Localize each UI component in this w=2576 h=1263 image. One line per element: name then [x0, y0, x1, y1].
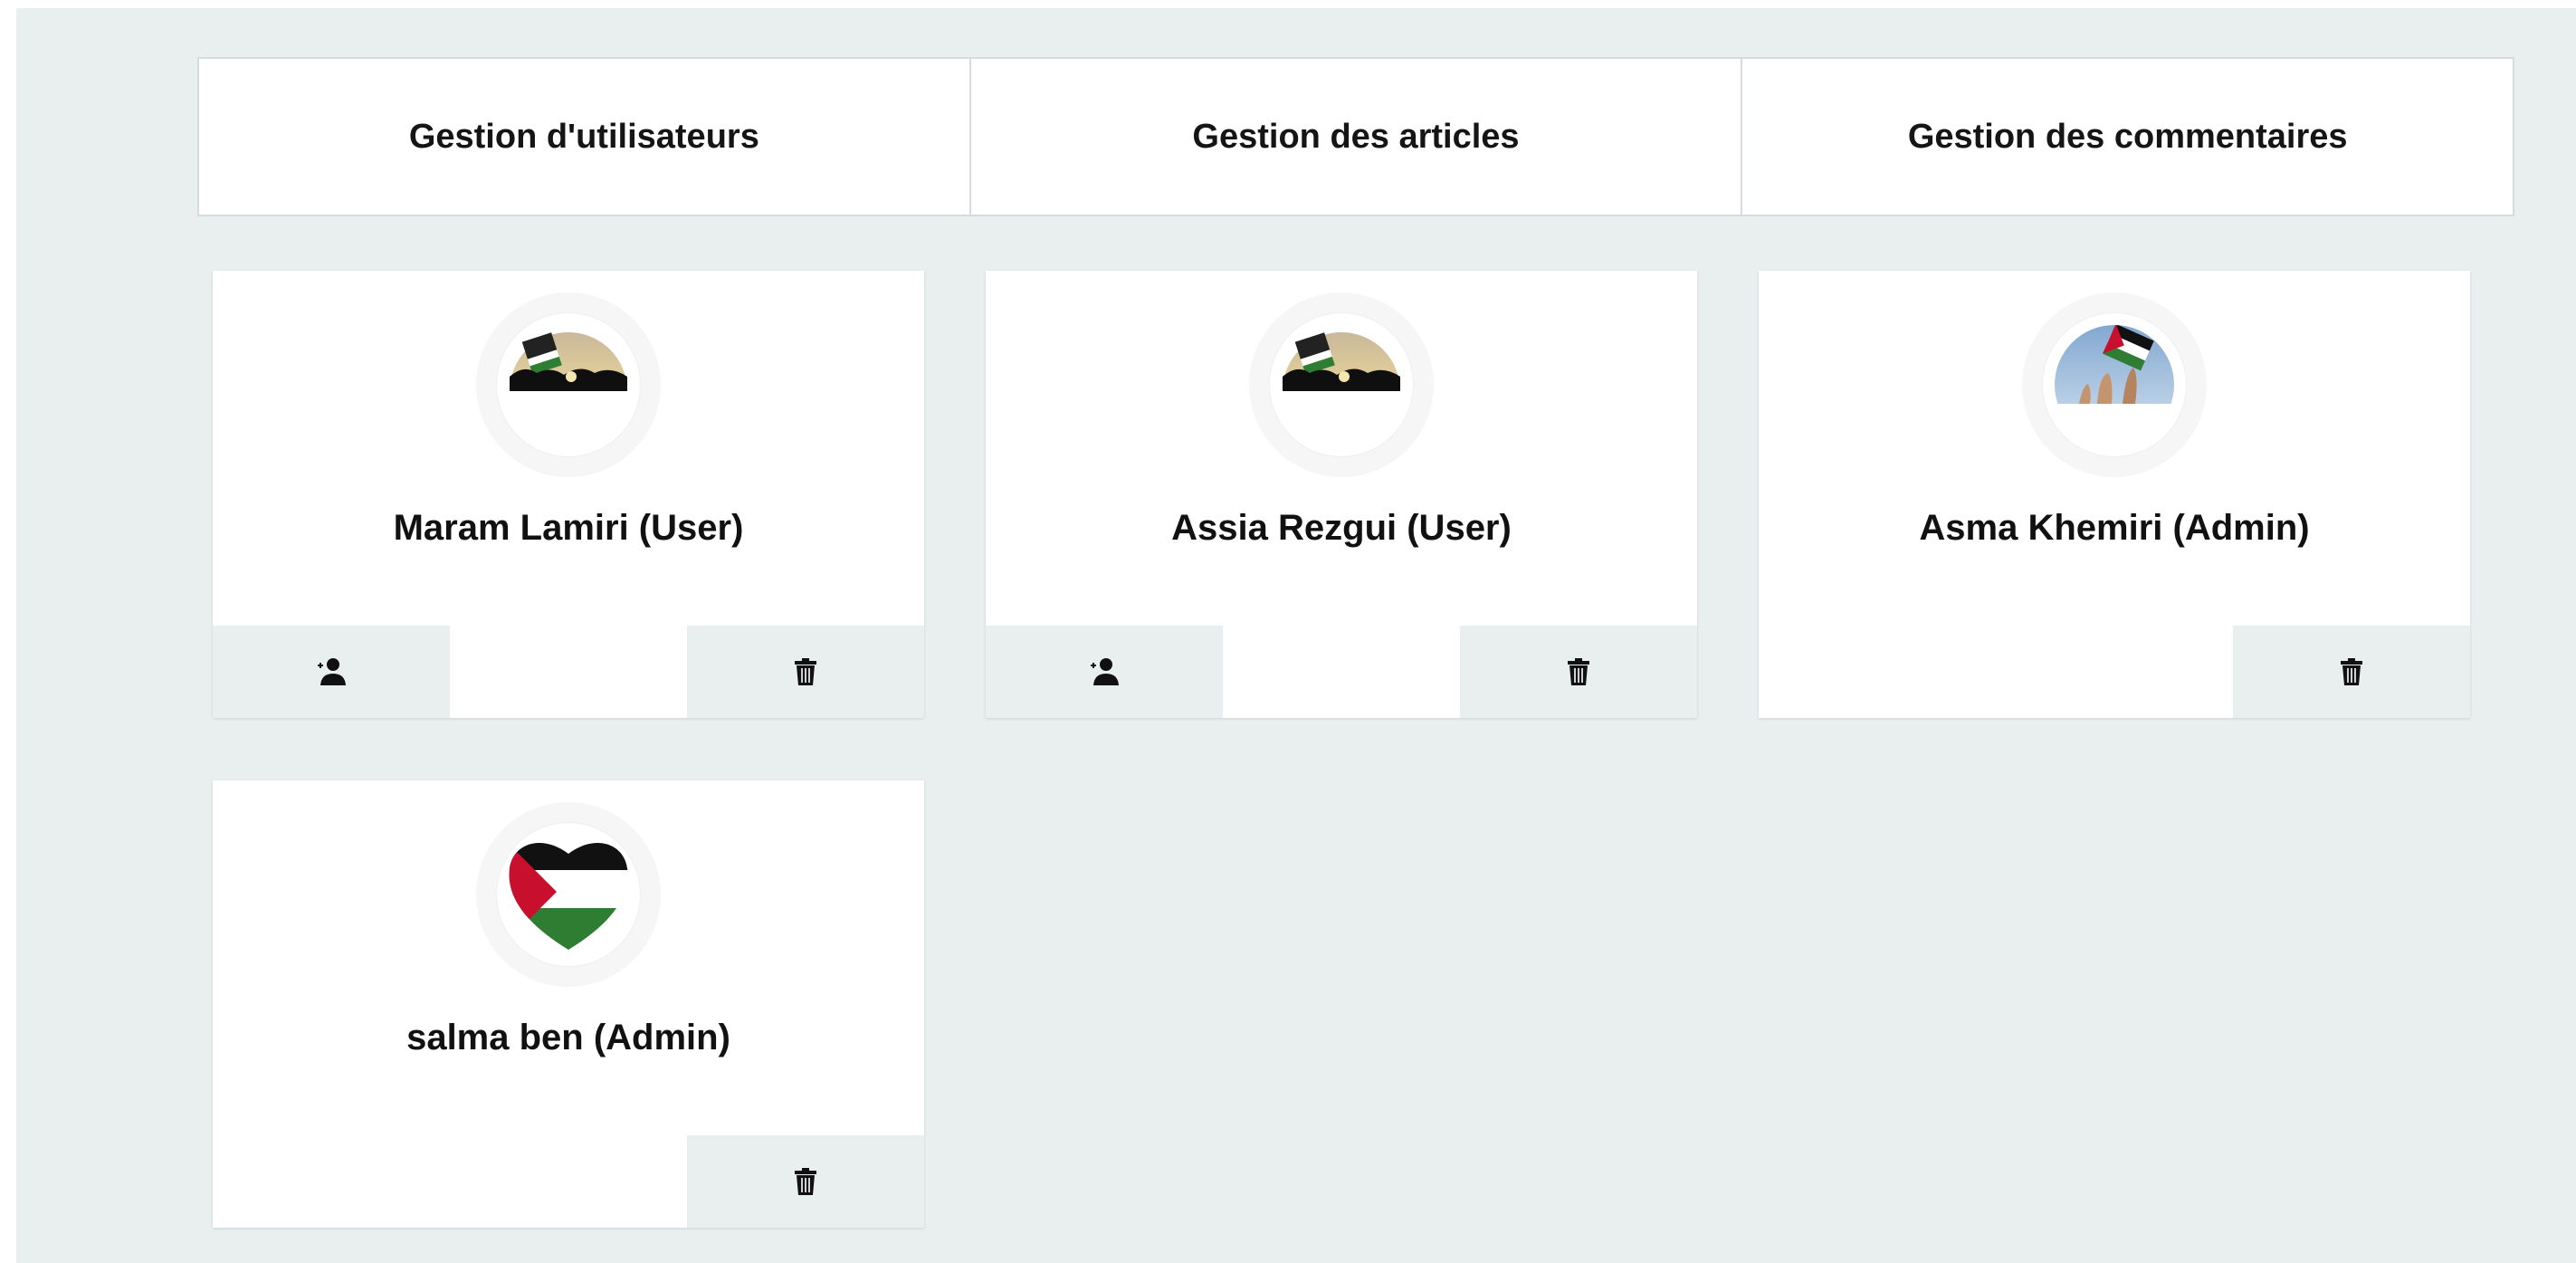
delete-user-button[interactable]	[1460, 626, 1697, 718]
trash-icon	[1568, 658, 1589, 685]
avatar-ring	[1249, 292, 1434, 477]
promote-user-icon	[318, 658, 346, 685]
avatar-ring	[476, 292, 661, 477]
user-name: salma ben (Admin)	[406, 1018, 730, 1057]
management-tabs: Gestion d'utilisateurs Gestion des artic…	[197, 57, 2515, 216]
promote-user-icon	[1091, 658, 1119, 685]
user-name: Assia Rezgui (User)	[1171, 508, 1512, 548]
main-canvas: Gestion d'utilisateurs Gestion des artic…	[16, 8, 2576, 1263]
user-card: Maram Lamiri (User)	[213, 271, 924, 718]
trash-icon	[2341, 658, 2362, 685]
avatar	[1270, 313, 1413, 456]
tab-article-management[interactable]: Gestion des articles	[968, 57, 1743, 216]
avatar-ring	[476, 802, 661, 987]
delete-user-button[interactable]	[687, 626, 924, 718]
tab-comment-management[interactable]: Gestion des commentaires	[1741, 57, 2515, 216]
tab-user-management[interactable]: Gestion d'utilisateurs	[197, 57, 971, 216]
user-card: Assia Rezgui (User)	[986, 271, 1697, 718]
user-card: Asma Khemiri (Admin)	[1759, 271, 2470, 718]
avatar	[2043, 313, 2186, 456]
user-name: Maram Lamiri (User)	[393, 508, 744, 548]
trash-icon	[795, 1168, 816, 1195]
avatar-ring	[2022, 292, 2207, 477]
promote-user-button[interactable]	[213, 626, 450, 718]
trash-icon	[795, 658, 816, 685]
delete-user-button[interactable]	[687, 1135, 924, 1228]
avatar	[497, 313, 640, 456]
user-name: Asma Khemiri (Admin)	[1919, 508, 2310, 548]
user-card: salma ben (Admin)	[213, 780, 924, 1228]
avatar	[497, 823, 640, 966]
promote-user-button[interactable]	[986, 626, 1223, 718]
delete-user-button[interactable]	[2233, 626, 2470, 718]
